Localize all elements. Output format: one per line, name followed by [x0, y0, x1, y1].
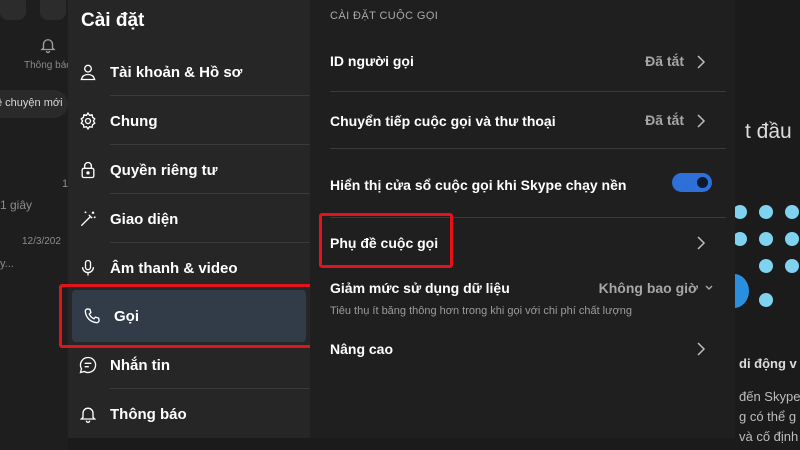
microphone-icon — [78, 258, 98, 278]
show-call-window-row: Hiển thị cửa sổ cuộc gọi khi Skype chạy … — [330, 149, 726, 218]
caller-id-row[interactable]: ID người gọi Đã tắt — [330, 40, 726, 92]
gear-icon — [78, 111, 98, 131]
background-notifications[interactable]: Thông báo — [24, 36, 72, 71]
section-title: CÀI ĐẶT CUỘC GỌI — [330, 10, 439, 22]
nav-item-calling[interactable]: Gọi — [72, 290, 306, 342]
call-subtitles-row[interactable]: Phụ đề cuộc gọi — [330, 218, 712, 269]
nav-item-label: Chung — [110, 112, 158, 130]
divider — [110, 242, 310, 243]
nav-item-appearance[interactable]: Giao diện — [68, 195, 310, 243]
reduce-data-dropdown[interactable]: Không bao giờ — [599, 280, 698, 296]
date-text: 12/3/202 — [22, 236, 61, 247]
advanced-label: Nâng cao — [330, 341, 394, 357]
divider — [110, 388, 310, 389]
nav-item-label: Nhắn tin — [110, 356, 170, 374]
notifications-label: Thông báo — [24, 60, 72, 71]
decoration-dot — [759, 293, 773, 307]
call-forwarding-value: Đã tắt — [645, 112, 684, 128]
new-conversation-label: ề chuyện mới — [0, 97, 63, 109]
mobile-heading: di động v — [739, 356, 797, 371]
decoration-blob — [735, 274, 749, 308]
decoration-dot — [759, 232, 773, 246]
nav-item-messaging[interactable]: Nhắn tin — [68, 341, 310, 389]
reduce-data-label: Giảm mức sử dụng dữ liệu — [330, 280, 510, 296]
nav-item-label: Âm thanh & video — [110, 259, 238, 277]
nav-item-label: Giao diện — [110, 210, 179, 228]
chevron-right-icon — [697, 236, 706, 250]
mobile-text-line: g có thể g — [739, 409, 797, 424]
background-chat-pane: Thông báo ề chuyện mới 1 1 giây 12/3/202… — [0, 0, 72, 450]
decoration-dot — [735, 205, 747, 219]
bell-icon — [40, 39, 56, 54]
bell-icon — [78, 404, 98, 424]
chevron-down-icon — [705, 285, 713, 290]
calling-settings-panel: CÀI ĐẶT CUỘC GỌI ID người gọi Đã tắt Chu… — [310, 0, 735, 438]
toggle-knob — [697, 177, 708, 188]
reduce-data-row: Giảm mức sử dụng dữ liệu Không bao giờ T… — [330, 269, 713, 325]
call-subtitles-label: Phụ đề cuộc gọi — [330, 235, 439, 251]
advanced-row[interactable]: Nâng cao — [330, 325, 712, 375]
background-welcome-pane: t đầu di động v đến Skype g có thể g và … — [735, 0, 800, 450]
background-tile — [40, 0, 66, 20]
show-call-window-toggle[interactable] — [672, 173, 712, 192]
nav-item-general[interactable]: Chung — [68, 97, 310, 145]
nav-item-label: Tài khoản & Hồ sơ — [110, 63, 243, 81]
message-preview: y... — [0, 258, 14, 270]
decoration-dot — [759, 205, 773, 219]
decoration-dot — [785, 259, 799, 273]
nav-item-label: Thông báo — [110, 405, 187, 423]
reduce-data-description: Tiêu thụ ít băng thông hơn trong khi gọi… — [330, 305, 632, 317]
nav-item-label: Gọi — [114, 307, 139, 325]
nav-item-notifications[interactable]: Thông báo — [68, 390, 310, 438]
caller-id-label: ID người gọi — [330, 53, 414, 69]
nav-item-privacy[interactable]: Quyền riêng tư — [68, 146, 310, 194]
nav-item-account-profile[interactable]: Tài khoản & Hồ sơ — [68, 48, 310, 96]
phone-icon — [82, 306, 102, 326]
chat-bubble-icon — [78, 355, 98, 375]
mobile-text-line: đến Skype — [739, 389, 800, 404]
decoration-dot — [785, 205, 799, 219]
call-forwarding-row[interactable]: Chuyển tiếp cuộc gọi và thư thoại Đã tắt — [330, 92, 726, 149]
nav-item-label: Quyền riêng tư — [110, 161, 218, 179]
divider — [110, 193, 310, 194]
nav-item-audio-video[interactable]: Âm thanh & video — [68, 244, 310, 292]
divider — [110, 144, 310, 145]
settings-nav: Cài đặt Tài khoản & Hồ sơ Chung Quyền ri… — [68, 0, 310, 438]
background-tile — [0, 0, 26, 20]
decoration-dot — [759, 259, 773, 273]
timestamp-text: 1 giây — [0, 198, 33, 212]
decoration-dot — [735, 232, 747, 246]
decoration-dot — [785, 232, 799, 246]
caller-id-value: Đã tắt — [645, 53, 684, 69]
bottom-bar — [68, 438, 735, 450]
chevron-right-icon — [697, 55, 706, 69]
new-conversation-chip[interactable]: ề chuyện mới — [0, 90, 68, 118]
settings-title: Cài đặt — [81, 10, 145, 31]
chevron-right-icon — [697, 342, 706, 356]
person-icon — [78, 62, 98, 82]
chevron-right-icon — [697, 114, 706, 128]
show-call-window-label: Hiển thị cửa sổ cuộc gọi khi Skype chạy … — [330, 177, 627, 193]
welcome-heading: t đầu — [745, 120, 792, 143]
magic-wand-icon — [78, 209, 98, 229]
mobile-text-line: và cố định — [739, 429, 799, 444]
lock-icon — [78, 160, 98, 180]
divider — [110, 95, 310, 96]
call-forwarding-label: Chuyển tiếp cuộc gọi và thư thoại — [330, 113, 556, 129]
